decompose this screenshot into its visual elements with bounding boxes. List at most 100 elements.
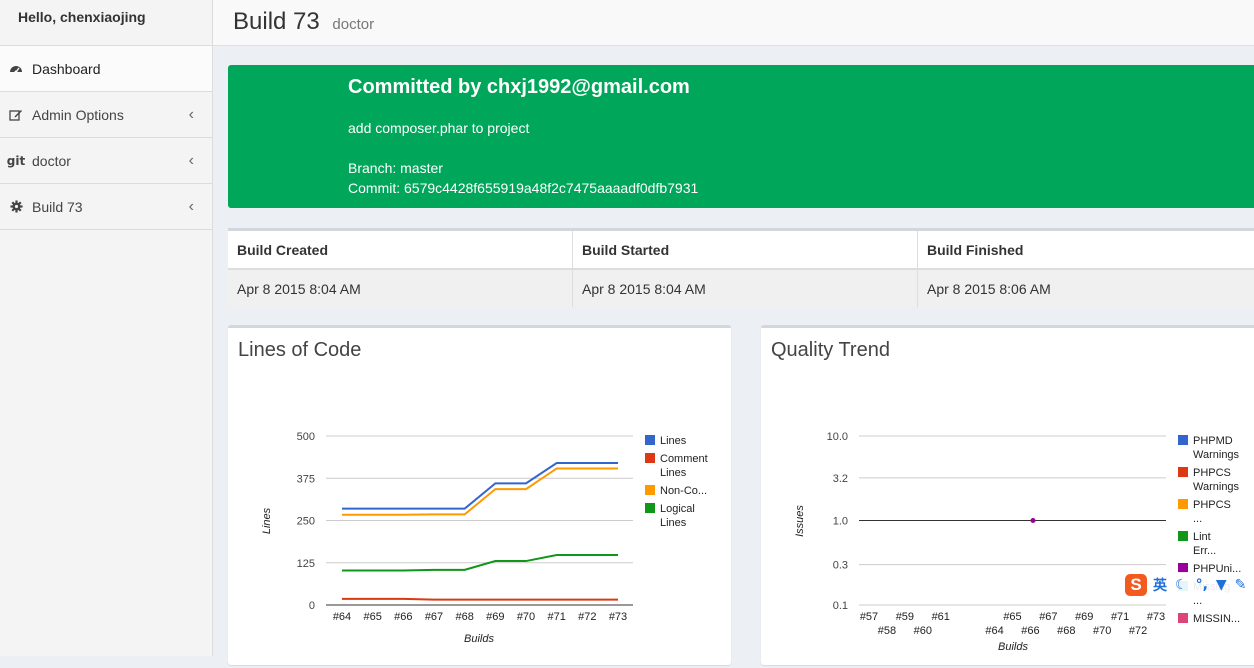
x-tick-label: #69 [1075,611,1093,623]
column-header-build-created: Build Created [228,231,573,268]
legend-label: Lines [660,435,687,447]
quality-trend-box: Quality Trend 0.1 0.3 1.0 3.2 10.0 #57 #59 #61 #… [761,325,1254,665]
sidebar-item-label: Build 73 [32,198,83,215]
x-tick-label: #65 [363,611,381,623]
sidebar-item-dashboard[interactable]: Dashboard [0,46,212,92]
legend-swatch [645,453,655,463]
y-tick-label: 125 [297,558,315,570]
chevron-left-icon: ‹ [188,152,194,169]
ime-language-toggle[interactable]: 英 [1153,575,1167,595]
sidebar-item-admin-options[interactable]: Admin Options ‹ [0,92,212,138]
x-tick-label: #67 [425,611,443,623]
x-tick-label: #72 [578,611,596,623]
legend-label: Logical [660,503,695,515]
x-tick-label: #73 [1147,611,1165,623]
y-tick-label: 375 [297,473,315,485]
legend-label: PHPCS [1193,467,1231,479]
sidebar-item-build-73[interactable]: Build 73 ‹ [0,184,212,230]
chevron-left-icon: ‹ [188,106,194,123]
dashboard-icon [8,61,24,77]
user-greeting: Hello, chenxiaojing [0,0,212,46]
legend-label: PHPCS [1193,499,1231,511]
page-title-text: Build 73 [233,8,320,35]
legend-label: Non-Co... [660,485,707,497]
commit-author-title: Committed by chxj1992@gmail.com [348,76,690,98]
column-header-build-started: Build Started [573,231,918,268]
x-tick-label: #73 [609,611,627,623]
sidebar-item-doctor[interactable]: git doctor ‹ [0,138,212,184]
build-created-value: Apr 8 2015 8:04 AM [228,270,573,307]
page-subtitle: doctor [332,16,375,33]
x-tick-label: #68 [1057,625,1075,637]
x-tick-label: #66 [1021,625,1039,637]
legend-label: ... [1193,513,1202,525]
quality-trend-chart: 0.1 0.3 1.0 3.2 10.0 #57 #59 #61 #65 #67 #69 #71 #73… [794,431,1241,653]
wrench-icon[interactable]: ✎ [1235,577,1247,593]
y-tick-label: 0.1 [833,600,848,612]
page-header: Build 73 doctor [213,0,1254,46]
legend-label: Lines [660,517,687,529]
column-header-build-finished: Build Finished [918,231,1254,268]
x-tick-label: #61 [932,611,950,623]
legend-swatch [1178,435,1188,445]
x-tick-label: #71 [1111,611,1129,623]
sidebar-item-label: Dashboard [32,60,101,77]
build-finished-value: Apr 8 2015 8:06 AM [918,270,1254,307]
legend-swatch [1178,531,1188,541]
legend-swatch [645,485,655,495]
legend-label: Comment [660,453,708,465]
x-tick-label: #64 [333,611,351,623]
sidebar-item-label: Admin Options [32,106,124,123]
chevron-left-icon: ‹ [188,198,194,215]
legend-label: Warnings [1193,449,1240,461]
y-axis-label: Lines [261,507,273,534]
x-tick-label: #57 [860,611,878,623]
legend-label: Err... [1193,545,1216,557]
commit-branch: Branch: master [348,160,443,176]
sidebar: Hello, chenxiaojing Dashboard Admin Opti… [0,0,213,656]
y-tick-label: 500 [297,431,315,443]
x-tick-label: #72 [1129,625,1147,637]
y-tick-label: 0 [309,600,315,612]
commit-hash: Commit: 6579c4428f655919a48f2c7475aaaadf… [348,180,699,196]
punctuation-icon[interactable]: °, [1196,577,1208,593]
build-times-table: Build Created Build Started Build Finish… [228,228,1254,307]
x-tick-label: #59 [896,611,914,623]
x-tick-label: #65 [1003,611,1021,623]
shirt-icon[interactable]: ▼ [1216,577,1227,593]
ime-logo-icon[interactable]: S [1125,574,1147,596]
y-tick-label: 250 [297,516,315,528]
x-axis-label: Builds [464,633,494,645]
legend-label: Lint [1193,531,1211,543]
x-axis-label: Builds [998,641,1028,653]
legend-swatch [1178,467,1188,477]
x-tick-label: #70 [517,611,535,623]
x-tick-label: #68 [455,611,473,623]
legend-label: MISSIN... [1193,613,1240,625]
table-header-row: Build Created Build Started Build Finish… [228,231,1254,268]
y-axis-label: Issues [794,505,806,537]
moon-icon[interactable]: ☾ [1175,577,1188,593]
build-started-value: Apr 8 2015 8:04 AM [573,270,918,307]
legend-swatch [645,435,655,445]
x-tick-label: #69 [486,611,504,623]
y-tick-label: 0.3 [833,560,848,572]
x-tick-label: #66 [394,611,412,623]
x-tick-label: #58 [878,625,896,637]
x-tick-label: #64 [985,625,1003,637]
page-title: Build 73 doctor [233,8,374,36]
y-tick-label: 3.2 [833,473,848,485]
x-tick-label: #70 [1093,625,1111,637]
data-point [1030,518,1036,523]
lines-of-code-box: Lines of Code 0 125 250 375 500 #64 #65 #66 #67 #… [228,325,731,665]
commit-message: add composer.phar to project [348,120,530,136]
legend-swatch [645,503,655,513]
ime-toolbar[interactable]: S 英 ☾ °, ▼ ✎ [1125,572,1254,598]
gear-icon [8,199,24,215]
legend-label: PHPMD [1193,435,1233,447]
git-icon: git [6,153,26,168]
legend-label: Warnings [1193,481,1240,493]
sidebar-item-label: doctor [32,152,71,169]
y-tick-label: 1.0 [833,516,848,528]
legend-label: Lines [660,467,687,479]
